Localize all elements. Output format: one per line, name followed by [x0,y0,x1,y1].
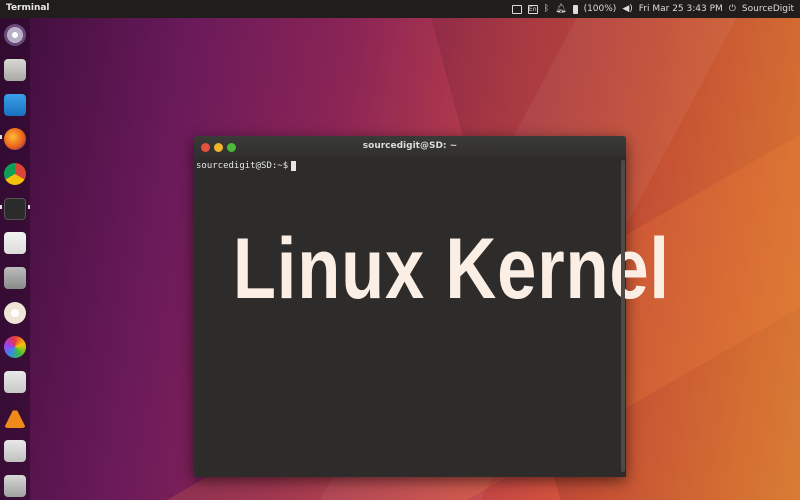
overlay-title: Linux Kernel [232,221,670,317]
keyboard-icon[interactable]: En [527,4,538,14]
notification-bell-icon[interactable]: 🔔︎ [555,4,566,14]
files-icon[interactable] [4,59,26,81]
user-name[interactable]: SourceDigit [742,4,794,14]
battery-percentage[interactable]: (100%) [584,4,617,14]
terminal-titlebar[interactable]: sourcedigit@SD: ~ [194,136,626,158]
text-cursor [291,161,296,171]
battery-icon[interactable] [572,4,578,14]
color-picker-icon[interactable] [4,302,26,324]
transfer-icon[interactable] [4,371,26,393]
running-indicator [0,135,2,139]
indicator-area: En ᛒ 🔔︎ (100%) ◀) Fri Mar 25 3:43 PM ⏻ S… [511,0,794,18]
terminal-icon[interactable] [4,198,26,220]
running-indicator [0,205,2,209]
bluetooth-icon[interactable]: ᛒ [544,4,549,14]
ubuntu-dash-icon[interactable] [4,24,26,46]
window-title: sourcedigit@SD: ~ [362,141,458,151]
focused-indicator [28,205,30,209]
vlc-icon[interactable] [4,406,26,428]
document-viewer-icon[interactable] [4,232,26,254]
disk-utility-icon[interactable] [4,267,26,289]
top-panel: Terminal En ᛒ 🔔︎ (100%) ◀) Fri Mar 25 3:… [0,0,800,18]
terminal-body[interactable]: sourcedigit@SD:~$ Linux Kernel [194,158,670,477]
terminal-window[interactable]: sourcedigit@SD: ~ sourcedigit@SD:~$ Linu… [194,136,670,477]
text-editor-icon[interactable] [4,94,26,116]
app-icon[interactable] [4,440,26,462]
firefox-icon[interactable] [4,128,26,150]
scrollbar[interactable] [621,160,625,472]
clock[interactable]: Fri Mar 25 3:43 PM [639,4,723,14]
color-wheel-icon[interactable] [4,336,26,358]
power-icon[interactable]: ⏻ [729,4,736,14]
display-icon[interactable] [511,4,522,14]
shell-prompt: sourcedigit@SD:~$ [196,161,294,171]
launcher [0,18,30,500]
volume-icon[interactable]: ◀) [622,4,632,14]
chrome-icon[interactable] [4,163,26,185]
software-updater-icon[interactable] [4,475,26,497]
active-app-title[interactable]: Terminal [6,3,50,13]
